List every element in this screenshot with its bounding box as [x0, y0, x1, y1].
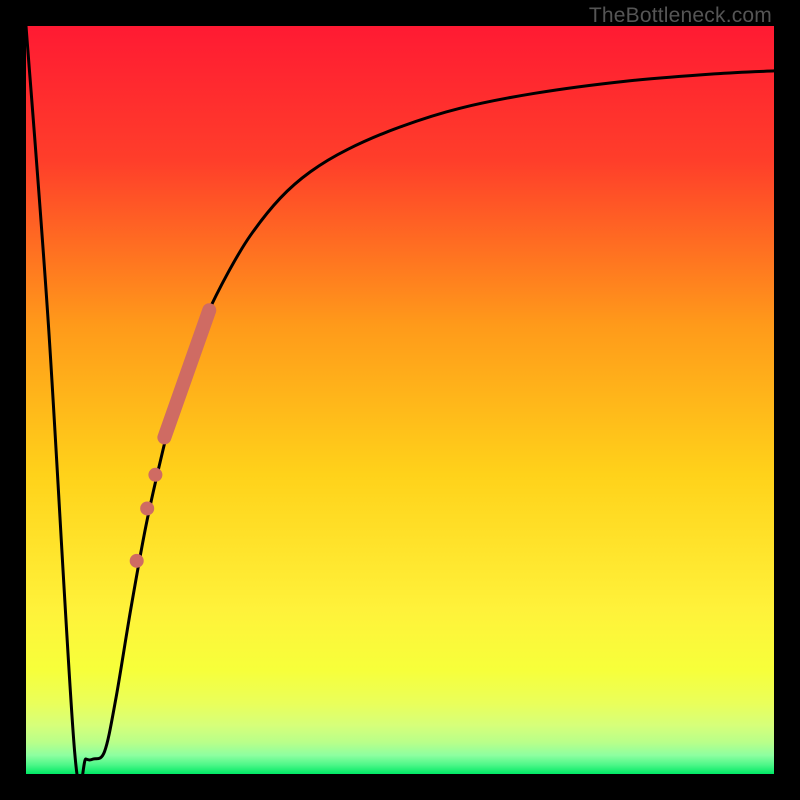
curve-path: [26, 26, 774, 774]
plot-area: [26, 26, 774, 774]
thick-segment: [164, 310, 209, 437]
dot-2: [140, 501, 154, 515]
bottleneck-curve: [26, 26, 774, 774]
chart-frame: TheBottleneck.com: [0, 0, 800, 800]
dot-1: [148, 468, 162, 482]
watermark-text: TheBottleneck.com: [589, 4, 772, 28]
dot-3: [130, 554, 144, 568]
